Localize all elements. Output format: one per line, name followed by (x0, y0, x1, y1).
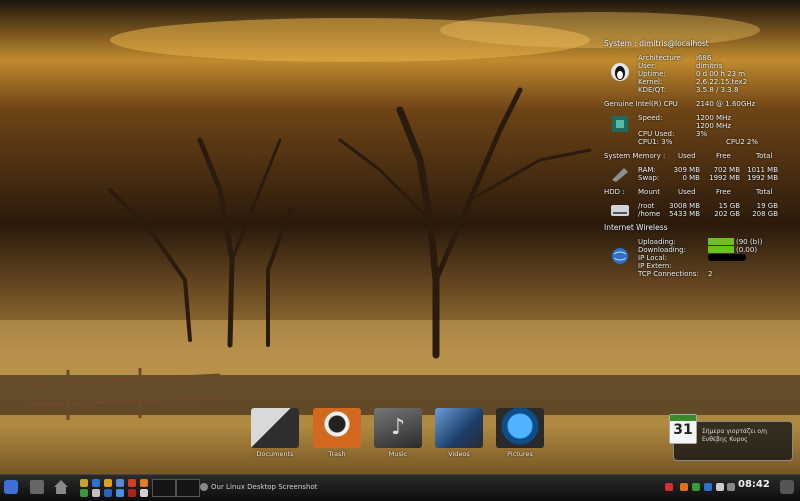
trash-icon (313, 408, 361, 448)
system-row: User: dimitris (638, 62, 723, 70)
graphics-icon[interactable] (128, 489, 136, 497)
hard-drive-icon (611, 205, 629, 216)
taskbar-window-button[interactable]: Our Linux Desktop Screenshot (200, 478, 330, 496)
taskbar: Our Linux Desktop Screenshot 08:42 (0, 474, 800, 501)
internet-header: Internet Wireless (604, 223, 668, 232)
cpu-section: Genuine Intel(R) CPU 2140 @ 1.60GHz Speed… (604, 100, 759, 146)
redacted-ip (708, 254, 746, 261)
folder-icon[interactable] (80, 479, 88, 487)
desktop-pager-2[interactable] (176, 479, 200, 497)
cpu-name: Genuine Intel(R) CPU (604, 100, 678, 108)
calendar-icon: 31 (669, 414, 697, 444)
system-info-section: System : dimitris@localhost Architecture… (604, 39, 794, 95)
memory-header: System Memory : (604, 152, 666, 160)
terminal-icon[interactable] (116, 479, 124, 487)
cpu-freq: 2140 @ 1.60GHz (696, 100, 756, 108)
upload-graph (708, 238, 734, 245)
hdd-header: HDD : (604, 188, 625, 196)
language-flag-icon[interactable] (665, 483, 673, 491)
chat-icon[interactable] (140, 489, 148, 497)
name-day-text: Σήμερα γιορτάζει ο/η Ευθέβης Κυρος (702, 428, 767, 443)
kde-menu-icon[interactable] (4, 480, 18, 494)
dock-item-videos[interactable]: Videos (432, 408, 486, 460)
dock-item-pictures[interactable]: Pictures (493, 408, 547, 460)
memory-ram-icon (612, 168, 628, 182)
media-player-icon[interactable] (128, 479, 136, 487)
network-globe-icon (612, 248, 628, 264)
trash-tray-icon[interactable] (780, 480, 794, 494)
settings-icon[interactable] (92, 489, 100, 497)
window-app-icon (200, 483, 208, 491)
videos-folder-icon (435, 408, 483, 448)
cpu-chip-icon (612, 116, 628, 132)
dock-item-documents[interactable]: Documents (248, 408, 302, 460)
pictures-folder-icon (496, 408, 544, 448)
desktop-pager-1[interactable] (152, 479, 176, 497)
memory-row: Swap: 0 MB 1992 MB 1992 MB (638, 174, 778, 182)
system-header: System : dimitris@localhost (604, 39, 709, 48)
home-icon[interactable] (54, 480, 68, 494)
linux-tux-icon (611, 63, 629, 81)
dock-item-trash[interactable]: Trash (310, 408, 364, 460)
memory-section: System Memory : Used Free Total RAM: 309… (604, 152, 794, 182)
editor-icon[interactable] (104, 489, 112, 497)
updates-icon[interactable] (680, 483, 688, 491)
hdd-section: HDD : Mount Used Free Total /root 3008 M… (604, 188, 794, 218)
mail-icon[interactable] (104, 479, 112, 487)
system-row: KDE/QT: 3.5.8 / 3.3.8 (638, 86, 739, 94)
system-row: Kernel: 2.6.22.15.tex2 (638, 78, 748, 86)
battery-icon[interactable] (716, 483, 724, 491)
office-icon[interactable] (80, 489, 88, 497)
volume-icon[interactable] (727, 483, 735, 491)
download-graph (708, 246, 734, 253)
firefox-icon[interactable] (140, 479, 148, 487)
dock-item-music[interactable]: ♪ Music (371, 408, 425, 460)
system-row: Uptime: 0 d 00 h 23 m (638, 70, 746, 78)
memory-row: RAM: 309 MB 702 MB 1011 MB (638, 166, 778, 174)
taskbar-clock[interactable]: 08:42 (738, 479, 770, 490)
network-tray-icon[interactable] (692, 483, 700, 491)
show-desktop-icon[interactable] (30, 480, 44, 494)
internet-section: Internet Wireless Uploading: (90 (b)) Dow… (604, 223, 794, 279)
hdd-row: /root 3008 MB 15 GB 19 GB (638, 202, 778, 210)
messenger-icon[interactable] (116, 489, 124, 497)
system-row: Architecture: i686 (638, 54, 712, 62)
browser-icon[interactable] (92, 479, 100, 487)
bluetooth-icon[interactable] (704, 483, 712, 491)
documents-folder-icon (251, 408, 299, 448)
music-folder-icon: ♪ (374, 408, 422, 448)
system-monitor-panel: System : dimitris@localhost Architecture… (604, 40, 794, 284)
hdd-row: /home 5433 MB 202 GB 208 GB (638, 210, 778, 218)
